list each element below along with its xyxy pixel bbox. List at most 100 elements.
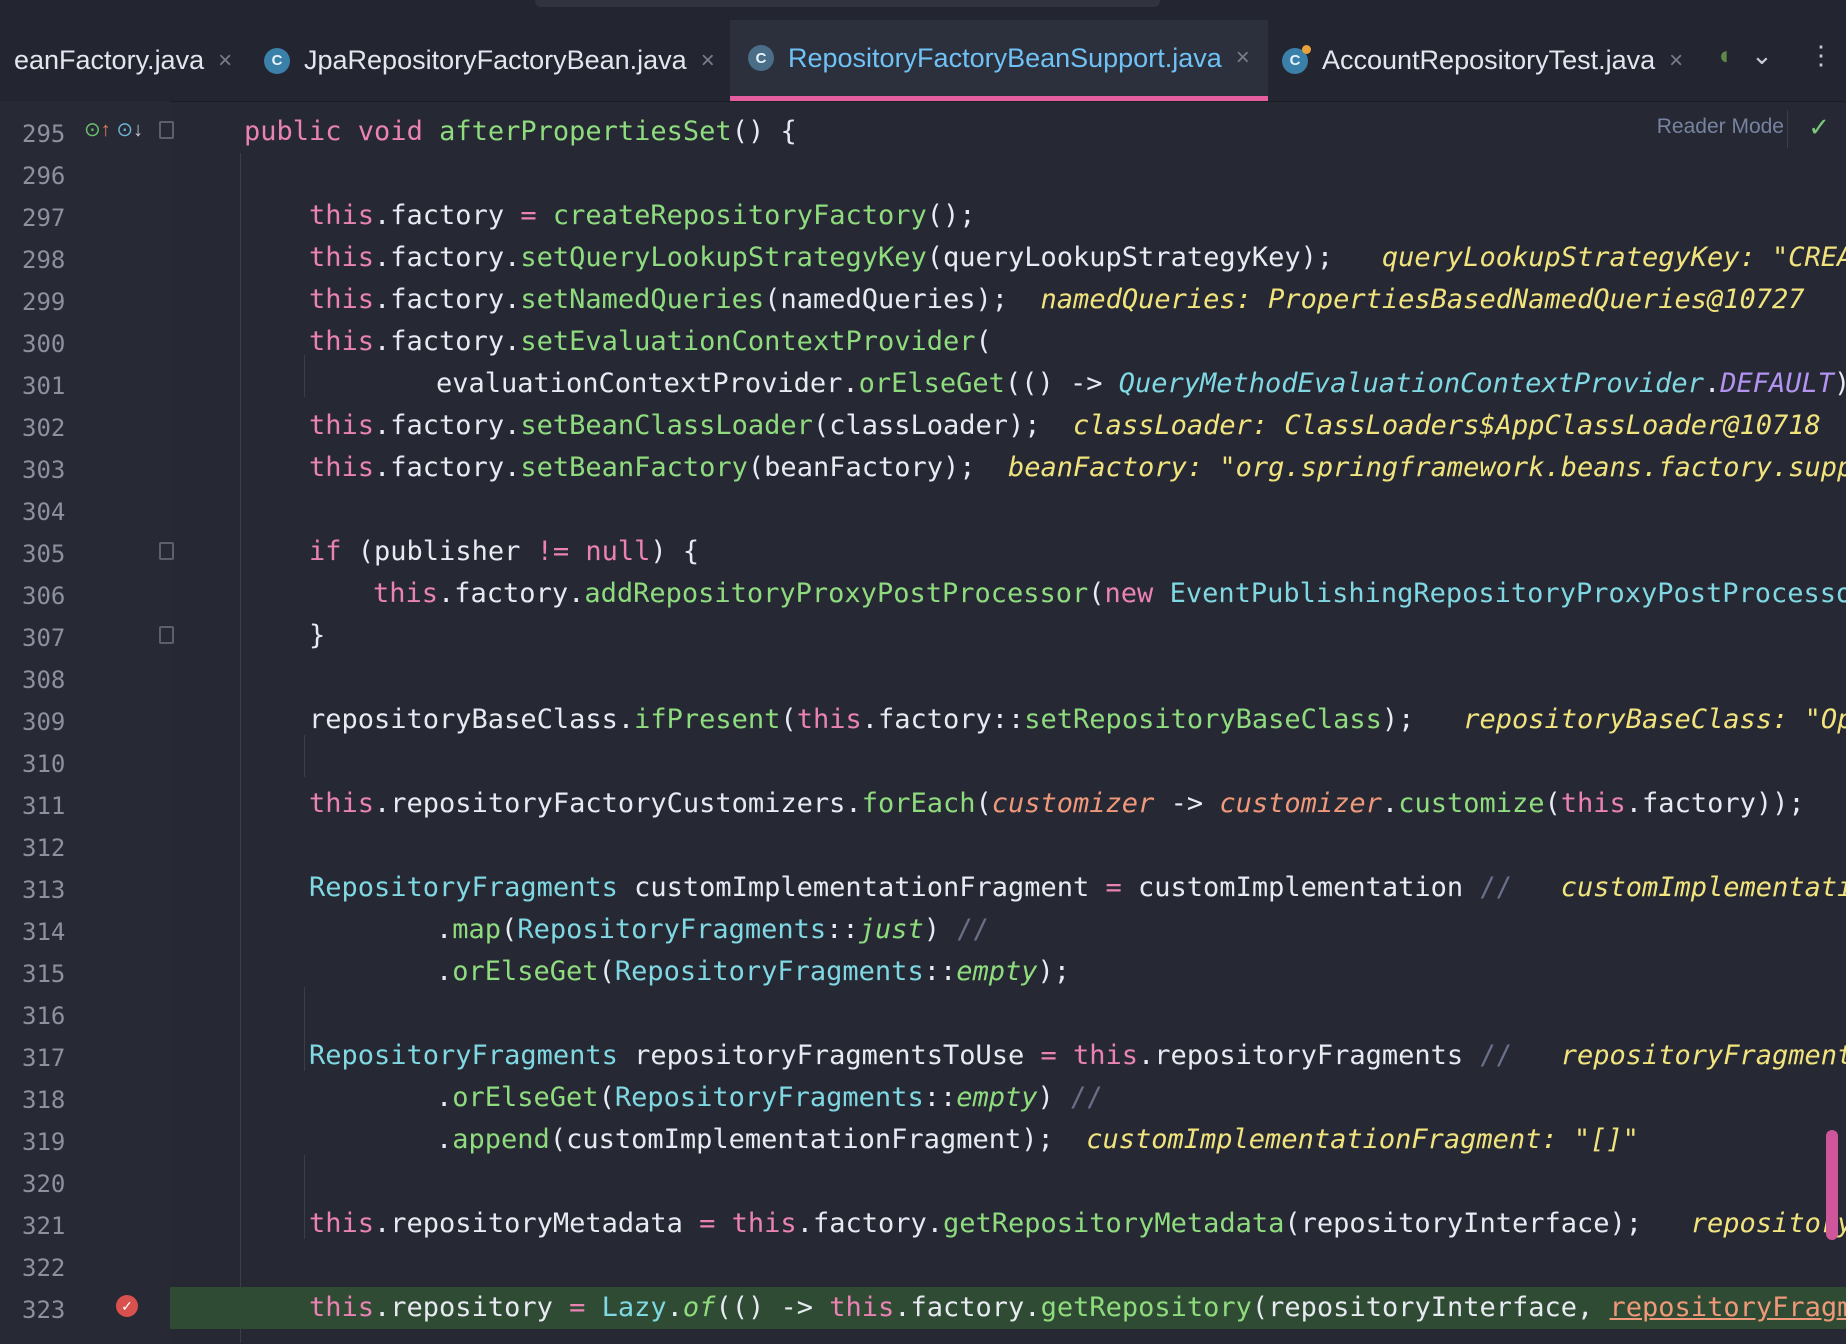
line-number[interactable]: 302 [22, 407, 72, 449]
partial-tab-icon[interactable]: ◖ [1716, 40, 1732, 71]
line-number[interactable]: 295 [22, 113, 72, 155]
reader-mode-button[interactable]: Reader Mode [1657, 115, 1784, 139]
code-line-309[interactable]: repositoryBaseClass.ifPresent(this.facto… [309, 699, 1846, 741]
code-line-301[interactable]: evaluationContextProvider.orElseGet(() -… [436, 363, 1846, 405]
indent-guide [304, 735, 305, 777]
tab-repositoryfactorybeansupport[interactable]: C RepositoryFactoryBeanSupport.java × [730, 20, 1268, 101]
type-name: RepositoryFragments [614, 1082, 924, 1113]
debug-inline-value: repositoryBaseClass: "Opti [1463, 704, 1846, 735]
line-number[interactable]: 321 [22, 1205, 72, 1247]
line-number[interactable]: 299 [22, 281, 72, 323]
line-number[interactable]: 311 [22, 785, 72, 827]
method-call: setBeanFactory [520, 452, 748, 483]
line-number[interactable]: 312 [22, 827, 72, 869]
lambda-parameter: customizer [1219, 788, 1382, 819]
code-line-318[interactable]: .orElseGet(RepositoryFragments::empty) /… [436, 1077, 1103, 1119]
code-line-302[interactable]: this.factory.setBeanClassLoader(classLoa… [309, 405, 1821, 447]
code-line-297[interactable]: this.factory = createRepositoryFactory()… [309, 195, 976, 237]
line-number[interactable]: 305 [22, 533, 72, 575]
code-line-303[interactable]: this.factory.setBeanFactory(beanFactory)… [309, 447, 1846, 489]
code-text: (queryLookupStrategyKey); [926, 242, 1334, 273]
code-line-314[interactable]: .map(RepositoryFragments::just) // [436, 909, 989, 951]
line-number[interactable]: 300 [22, 323, 72, 365]
close-icon[interactable]: × [1669, 47, 1683, 75]
line-number[interactable]: 297 [22, 197, 72, 239]
line-number[interactable]: 320 [22, 1163, 72, 1205]
code-line-306[interactable]: this.factory.addRepositoryProxyPostProce… [373, 573, 1846, 615]
code-text: ( [598, 1082, 615, 1113]
type-name: QueryMethodEvaluationContextProvider [1118, 368, 1704, 399]
check-icon[interactable]: ✓ [1808, 112, 1830, 143]
line-number[interactable]: 309 [22, 701, 72, 743]
line-number[interactable]: 296 [22, 155, 72, 197]
line-number[interactable]: 310 [22, 743, 72, 785]
code-text: . [1381, 788, 1399, 819]
code-text: (classLoader); [812, 410, 1041, 441]
more-options-icon[interactable]: ⋮ [1808, 40, 1834, 71]
tab-accountrepositorytest[interactable]: C AccountRepositoryTest.java × [1282, 20, 1683, 101]
code-line-319[interactable]: .append(customImplementationFragment); c… [436, 1119, 1639, 1161]
line-number[interactable]: 318 [22, 1079, 72, 1121]
code-line-298[interactable]: this.factory.setQueryLookupStrategyKey(q… [309, 237, 1846, 279]
indent-guide [304, 1155, 305, 1239]
code-editor[interactable]: public void afterPropertiesSet() { this.… [170, 101, 1846, 1344]
code-line-307[interactable]: } [309, 615, 325, 657]
line-number[interactable]: 307 [22, 617, 72, 659]
code-line-299[interactable]: this.factory.setNamedQueries(namedQuerie… [309, 279, 1805, 321]
chevron-down-icon[interactable]: ⌄ [1751, 40, 1773, 71]
code-text: ) [1037, 1082, 1071, 1113]
scrollbar-thumb[interactable] [1826, 1130, 1838, 1240]
code-line-323-current[interactable]: this.repository = Lazy.of(() -> this.fac… [170, 1287, 1846, 1329]
code-text: . [436, 956, 453, 987]
line-number[interactable]: 323 [22, 1289, 72, 1331]
method-name: afterPropertiesSet [439, 116, 732, 147]
line-number[interactable]: 322 [22, 1247, 72, 1289]
code-line-305[interactable]: if (publisher != null) { [309, 531, 699, 573]
code-text: .factory. [894, 1292, 1041, 1323]
test-class-icon: C [1282, 44, 1311, 74]
line-number[interactable]: 313 [22, 869, 72, 911]
close-icon[interactable]: × [701, 47, 715, 75]
line-number[interactable]: 314 [22, 911, 72, 953]
code-line-317[interactable]: RepositoryFragments repositoryFragmentsT… [309, 1035, 1846, 1077]
code-text: .factory. [438, 578, 585, 609]
line-number[interactable]: 306 [22, 575, 72, 617]
debug-inline-value: beanFactory: "org.springframework.beans.… [1008, 452, 1846, 483]
line-number[interactable]: 317 [22, 1037, 72, 1079]
code-text: (beanFactory); [747, 452, 976, 483]
code-text: .repositoryMetadata [374, 1208, 700, 1239]
keyword: this [309, 200, 375, 231]
line-number[interactable]: 298 [22, 239, 72, 281]
tab-eanfactory[interactable]: eanFactory.java × [14, 20, 232, 101]
code-text: repositoryBaseClass. [309, 704, 635, 735]
code-text: .factory. [796, 1208, 943, 1239]
code-text: . [436, 1082, 453, 1113]
method-call: forEach [861, 788, 976, 819]
code-text: .factory. [374, 452, 521, 483]
close-icon[interactable]: × [218, 47, 232, 75]
line-number[interactable]: 308 [22, 659, 72, 701]
code-line-295[interactable]: public void afterPropertiesSet() { [244, 111, 797, 153]
code-text: (repositoryInterface); [1284, 1208, 1642, 1239]
code-text: .factory)); [1625, 788, 1805, 819]
line-number[interactable]: 316 [22, 995, 72, 1037]
code-text: customImplementationFragment [634, 872, 1106, 903]
code-line-311[interactable]: this.repositoryFactoryCustomizers.forEac… [309, 783, 1846, 825]
line-number[interactable]: 319 [22, 1121, 72, 1163]
tab-jparepositoryfactorybean[interactable]: C JpaRepositoryFactoryBean.java × [264, 20, 715, 101]
method-call: ifPresent [634, 704, 781, 735]
code-line-313[interactable]: RepositoryFragments customImplementation… [309, 867, 1846, 909]
line-number[interactable]: 303 [22, 449, 72, 491]
code-line-315[interactable]: .orElseGet(RepositoryFragments::empty); [436, 951, 1070, 993]
breakpoint-icon[interactable]: ✓ [116, 1295, 138, 1317]
code-line-321[interactable]: this.repositoryMetadata = this.factory.g… [309, 1203, 1846, 1245]
override-marker-icon[interactable]: ⊙↑ ⊙↓ [84, 117, 143, 142]
code-text: (() -> [1004, 368, 1119, 399]
code-line-300[interactable]: this.factory.setEvaluationContextProvide… [309, 321, 992, 363]
line-number[interactable]: 315 [22, 953, 72, 995]
line-number[interactable]: 301 [22, 365, 72, 407]
method-call: append [452, 1124, 550, 1155]
close-icon[interactable]: × [1236, 44, 1250, 72]
line-number[interactable]: 304 [22, 491, 72, 533]
code-text: (publisher [357, 536, 537, 567]
